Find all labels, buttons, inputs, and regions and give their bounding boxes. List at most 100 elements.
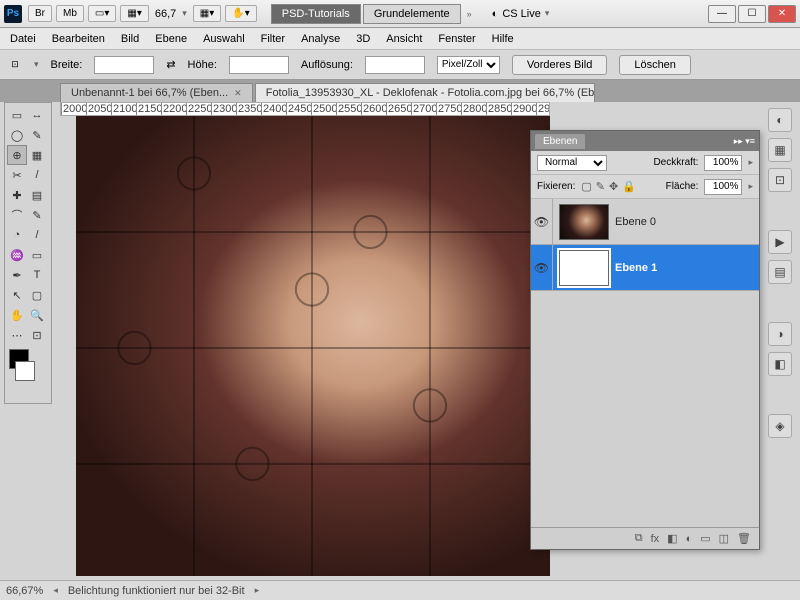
minimize-button[interactable]: — bbox=[708, 5, 736, 23]
tool-button[interactable]: ▭ bbox=[7, 105, 27, 125]
zoom-chevron-icon[interactable]: ▾ bbox=[182, 8, 187, 19]
menu-fenster[interactable]: Fenster bbox=[438, 33, 475, 45]
tool-button[interactable]: ✒ bbox=[7, 265, 27, 285]
menu-ansicht[interactable]: Ansicht bbox=[386, 33, 422, 45]
height-input[interactable] bbox=[229, 56, 289, 74]
tool-button[interactable]: ⋯ bbox=[7, 325, 27, 345]
layers-panel[interactable]: Ebenen ▸▸ ▾≡ Normal Deckkraft: ▸ Fixiere… bbox=[530, 130, 760, 550]
adjustment-layer-icon[interactable]: ◐ bbox=[686, 533, 693, 545]
workspace-tab-psdtutorials[interactable]: PSD-Tutorials bbox=[271, 4, 361, 24]
layer-thumbnail[interactable] bbox=[559, 204, 609, 240]
tool-button[interactable]: T bbox=[27, 265, 47, 285]
tool-button[interactable]: ⌒ bbox=[7, 205, 27, 225]
menu-bild[interactable]: Bild bbox=[121, 33, 139, 45]
visibility-toggle-icon[interactable]: 👁 bbox=[531, 199, 553, 244]
menu-3d[interactable]: 3D bbox=[356, 33, 370, 45]
clear-button[interactable]: Löschen bbox=[619, 55, 691, 75]
viewextras-button[interactable]: ▦▾ bbox=[120, 5, 148, 22]
screenmode-button[interactable]: ▭▾ bbox=[88, 5, 116, 22]
minibridge-button[interactable]: Mb bbox=[56, 5, 84, 22]
resolution-input[interactable] bbox=[365, 56, 425, 74]
menu-bearbeiten[interactable]: Bearbeiten bbox=[52, 33, 105, 45]
document-tab[interactable]: Unbenannt-1 bei 66,7% (Eben... ✕ bbox=[60, 83, 253, 102]
layer-row[interactable]: 👁 Ebene 0 bbox=[531, 199, 759, 245]
tool-button[interactable]: ↖ bbox=[7, 285, 27, 305]
tool-button[interactable]: 🔍 bbox=[27, 305, 47, 325]
tool-button[interactable]: ✎ bbox=[27, 205, 47, 225]
opacity-input[interactable] bbox=[704, 155, 742, 171]
layers-tab[interactable]: Ebenen bbox=[535, 134, 585, 149]
status-chevron-right-icon[interactable]: ▸ bbox=[255, 585, 260, 596]
color-panel-icon[interactable]: ◐ bbox=[768, 108, 792, 132]
opacity-chevron-icon[interactable]: ▸ bbox=[748, 157, 753, 168]
link-layers-icon[interactable]: ⧉ bbox=[635, 532, 643, 545]
unit-select[interactable]: Pixel/Zoll bbox=[437, 56, 500, 74]
width-input[interactable] bbox=[94, 56, 154, 74]
history-panel-icon[interactable]: ▤ bbox=[768, 260, 792, 284]
delete-layer-icon[interactable]: 🗑 bbox=[737, 532, 751, 545]
zoom-display[interactable]: 66,7 bbox=[155, 8, 176, 20]
canvas[interactable] bbox=[76, 116, 550, 576]
tool-button[interactable]: ✋ bbox=[7, 305, 27, 325]
tool-button[interactable]: ✎ bbox=[27, 125, 47, 145]
close-button[interactable]: ✕ bbox=[768, 5, 796, 23]
workspace-more-icon[interactable]: » bbox=[467, 9, 472, 19]
visibility-toggle-icon[interactable]: 👁 bbox=[531, 245, 553, 290]
tool-button[interactable]: ▭ bbox=[27, 245, 47, 265]
maximize-button[interactable]: ☐ bbox=[738, 5, 766, 23]
masks-panel-icon[interactable]: ◧ bbox=[768, 352, 792, 376]
swatches-panel-icon[interactable]: ▦ bbox=[768, 138, 792, 162]
panel-menu-icon[interactable]: ▸▸ ▾≡ bbox=[734, 136, 755, 147]
menu-auswahl[interactable]: Auswahl bbox=[203, 33, 245, 45]
hand-button[interactable]: ✋▾ bbox=[225, 5, 256, 22]
layer-name[interactable]: Ebene 0 bbox=[615, 216, 656, 228]
menu-analyse[interactable]: Analyse bbox=[301, 33, 340, 45]
lock-position-icon[interactable]: ✥ bbox=[609, 180, 618, 193]
tool-button[interactable]: ✂ bbox=[7, 165, 27, 185]
new-layer-icon[interactable]: ◫ bbox=[719, 532, 729, 545]
blend-mode-select[interactable]: Normal bbox=[537, 155, 607, 171]
front-image-button[interactable]: Vorderes Bild bbox=[512, 55, 607, 75]
tool-preset-chevron-icon[interactable]: ▾ bbox=[34, 59, 39, 70]
close-tab-icon[interactable]: ✕ bbox=[234, 88, 242, 99]
tool-button[interactable]: ◯ bbox=[7, 125, 27, 145]
cslive-label[interactable]: CS Live bbox=[502, 8, 541, 20]
group-icon[interactable]: ▭ bbox=[700, 532, 710, 545]
tool-button[interactable]: ◔ bbox=[7, 225, 27, 245]
tool-button[interactable]: / bbox=[27, 225, 47, 245]
tool-button[interactable]: ▦ bbox=[27, 145, 47, 165]
fill-chevron-icon[interactable]: ▸ bbox=[748, 181, 753, 192]
lock-all-icon[interactable]: 🔒 bbox=[622, 180, 636, 193]
tool-button[interactable]: / bbox=[27, 165, 47, 185]
layer-mask-icon[interactable]: ◧ bbox=[667, 532, 677, 545]
styles-panel-icon[interactable]: ⊡ bbox=[768, 168, 792, 192]
tool-button[interactable]: ⊡ bbox=[27, 325, 47, 345]
tool-button[interactable]: ▤ bbox=[27, 185, 47, 205]
menu-ebene[interactable]: Ebene bbox=[155, 33, 187, 45]
bridge-button[interactable]: Br bbox=[28, 5, 52, 22]
tool-button[interactable]: ↔ bbox=[27, 105, 47, 125]
actions-panel-icon[interactable]: ▶ bbox=[768, 230, 792, 254]
tool-button[interactable]: ⊕ bbox=[7, 145, 27, 165]
adjustments-panel-icon[interactable]: ◑ bbox=[768, 322, 792, 346]
crop-tool-icon[interactable]: ⊡ bbox=[8, 58, 22, 72]
swap-icon[interactable]: ⇄ bbox=[166, 58, 175, 71]
cslive-chevron-icon[interactable]: ▾ bbox=[545, 8, 550, 19]
status-chevron-left-icon[interactable]: ◂ bbox=[53, 585, 58, 596]
document-tab[interactable]: Fotolia_13953930_XL - Deklofenak - Fotol… bbox=[255, 83, 595, 102]
workspace-tab-grundelemente[interactable]: Grundelemente bbox=[363, 4, 461, 24]
menu-datei[interactable]: Datei bbox=[10, 33, 36, 45]
layer-fx-icon[interactable]: fx bbox=[651, 533, 660, 545]
layers-panel-icon[interactable]: ◈ bbox=[768, 414, 792, 438]
status-zoom[interactable]: 66,67% bbox=[6, 585, 43, 597]
layer-row[interactable]: 👁 Ebene 1 bbox=[531, 245, 759, 291]
layer-thumbnail[interactable] bbox=[559, 250, 609, 286]
tool-button[interactable]: ▢ bbox=[27, 285, 47, 305]
menu-filter[interactable]: Filter bbox=[261, 33, 285, 45]
fill-input[interactable] bbox=[704, 179, 742, 195]
lock-transparency-icon[interactable]: ▢ bbox=[581, 180, 591, 193]
lock-pixels-icon[interactable]: ✎ bbox=[596, 180, 605, 193]
menu-hilfe[interactable]: Hilfe bbox=[492, 33, 514, 45]
ruler-horizontal[interactable]: 2000205021002150220022502300235024002450… bbox=[60, 102, 550, 116]
arrange-button[interactable]: ▦▾ bbox=[193, 5, 221, 22]
